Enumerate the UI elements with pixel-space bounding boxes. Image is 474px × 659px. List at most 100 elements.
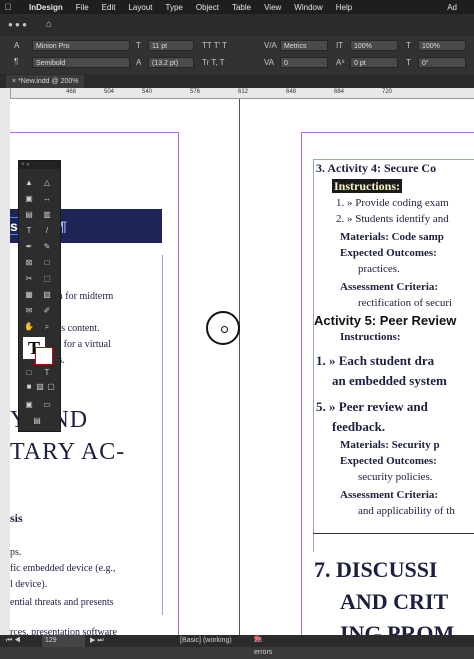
preview-mode-icon[interactable]: ▭ bbox=[41, 399, 53, 411]
type-tool-icon[interactable]: T bbox=[23, 225, 35, 237]
skew-field[interactable]: 0° bbox=[418, 57, 466, 68]
ruler-tick: 468 bbox=[66, 89, 77, 95]
gradient-swatch-tool-icon[interactable]: ▦ bbox=[23, 289, 35, 301]
menu-table[interactable]: Table bbox=[232, 3, 251, 12]
step1-cont: an embedded system bbox=[332, 373, 447, 388]
ruler-tick: 720 bbox=[382, 89, 393, 95]
expected2-line: Expected Outcomes: bbox=[340, 455, 437, 467]
expected-line: Expected Outcomes: bbox=[340, 247, 437, 259]
assessment2-line: Assessment Criteria: bbox=[340, 489, 439, 501]
note-tool-icon[interactable]: ✉ bbox=[23, 305, 35, 317]
next-page-icon[interactable]: ▶ ⏭ bbox=[90, 635, 104, 647]
activity5-heading: Activity 5: Peer Review bbox=[314, 313, 457, 328]
step2-line: 5. » Peer review and bbox=[316, 399, 428, 414]
document-tab-bar: × *New.indd @ 200% bbox=[0, 74, 474, 88]
expected-cont: practices. bbox=[358, 263, 400, 275]
left-body-line: ential threats and presents bbox=[10, 597, 114, 608]
pasteboard[interactable]: ssment¶ ion for midterm ek's content. rm… bbox=[10, 99, 474, 635]
menu-app[interactable]: InDesign bbox=[29, 3, 63, 12]
left-body-line: fic embedded device (e.g., bbox=[10, 563, 116, 574]
direct-selection-tool-icon[interactable]: △ bbox=[41, 177, 53, 189]
tools-panel-header[interactable]: × « bbox=[19, 161, 60, 169]
leading-field[interactable]: (13.2 pt) bbox=[148, 57, 194, 68]
ruler-tick: 576 bbox=[190, 89, 201, 95]
content-collector-icon[interactable]: ▤ bbox=[23, 209, 35, 221]
menu-edit[interactable]: Edit bbox=[102, 3, 116, 12]
paragraph-mode-icon[interactable]: ¶ bbox=[14, 56, 18, 67]
gradient-feather-tool-icon[interactable]: ▧ bbox=[41, 289, 53, 301]
tools-panel: × « ▲ △ ▣ ↔ ▤ ▥ T / ✒ ✎ ⊠ □ ✂ ⬚ ▦ ▧ ✉ ✐ … bbox=[18, 160, 61, 432]
apple-icon[interactable]:  bbox=[0, 2, 16, 12]
font-family-field[interactable]: Minion Pro bbox=[32, 40, 130, 51]
scissors-tool-icon[interactable]: ✂ bbox=[23, 273, 35, 285]
horizontal-scale-icon: T bbox=[406, 41, 411, 50]
menu-layout[interactable]: Layout bbox=[128, 3, 152, 12]
horizontal-scale-field[interactable]: 100% bbox=[418, 40, 466, 51]
menu-file[interactable]: File bbox=[76, 3, 89, 12]
left-body-line: rces, presentation software bbox=[10, 627, 117, 635]
ruler-tick: 504 bbox=[104, 89, 115, 95]
document-tab[interactable]: × *New.indd @ 200% bbox=[6, 75, 85, 88]
section7-line: 7. DISCUSSI bbox=[314, 557, 438, 582]
activity4-heading: 3. Activity 4: Secure Co bbox=[316, 161, 437, 175]
eyedropper-tool-icon[interactable]: ✐ bbox=[41, 305, 53, 317]
gap-tool-icon[interactable]: ↔ bbox=[41, 193, 53, 205]
section7-line: ING PROM bbox=[340, 621, 455, 635]
font-size-field[interactable]: 11 pt bbox=[148, 40, 194, 51]
big-heading-line: TARY AC- bbox=[10, 439, 126, 465]
assessment2-cont: and applicability of th bbox=[358, 505, 455, 517]
left-body-line: l device). bbox=[10, 579, 48, 590]
ruler-tick: 648 bbox=[286, 89, 297, 95]
content-placer-icon[interactable]: ▥ bbox=[41, 209, 53, 221]
status-bar: ⏮ ◀ 129 ▶ ⏭ [Basic] (working) 28 errors bbox=[0, 635, 474, 656]
stroke-swatch-icon[interactable] bbox=[35, 347, 53, 365]
menu-help[interactable]: Help bbox=[336, 3, 352, 12]
instructions-label[interactable]: Instructions: bbox=[332, 179, 403, 194]
rectangle-frame-tool-icon[interactable]: ⊠ bbox=[23, 257, 35, 269]
text-format-icon[interactable]: T bbox=[41, 367, 53, 379]
all-caps-icon[interactable]: TT T′ T bbox=[202, 40, 227, 51]
page-tool-icon[interactable]: ▣ bbox=[23, 193, 35, 205]
container-format-icon[interactable]: □ bbox=[23, 367, 35, 379]
pen-tool-icon[interactable]: ✒ bbox=[23, 241, 35, 253]
menu-bar:  InDesign File Edit Layout Type Object … bbox=[0, 0, 474, 14]
apply-none-icon[interactable]: ▢ bbox=[45, 381, 57, 393]
rectangle-tool-icon[interactable]: □ bbox=[41, 257, 53, 269]
step1-line: 1. » Each student dra bbox=[316, 353, 435, 368]
free-transform-tool-icon[interactable]: ⬚ bbox=[41, 273, 53, 285]
ruler-tick: 684 bbox=[334, 89, 345, 95]
error-count: 28 errors bbox=[254, 637, 273, 656]
preflight-profile[interactable]: [Basic] (working) bbox=[180, 635, 232, 647]
instructions2-label: Instructions: bbox=[340, 331, 401, 343]
ruler-tick: 612 bbox=[238, 89, 249, 95]
baseline-shift-field[interactable]: 0 pt bbox=[350, 57, 398, 68]
tracking-icon: VA bbox=[264, 58, 275, 67]
menu-view[interactable]: View bbox=[264, 3, 281, 12]
home-icon[interactable]: ⌂ bbox=[46, 19, 52, 30]
kerning-field[interactable]: Metrics bbox=[280, 40, 328, 51]
vertical-scale-field[interactable]: 100% bbox=[350, 40, 398, 51]
menu-object[interactable]: Object bbox=[196, 3, 219, 12]
window-controls-icon[interactable]: ● ● ● bbox=[8, 19, 27, 30]
ruler-tick: 540 bbox=[142, 89, 153, 95]
tracking-field[interactable]: 0 bbox=[280, 57, 328, 68]
small-caps-icon[interactable]: Tr T, T bbox=[202, 57, 225, 68]
right-page[interactable]: 3. Activity 4: Secure Co Instructions: 1… bbox=[239, 99, 474, 635]
normal-mode-icon[interactable]: ▣ bbox=[23, 399, 35, 411]
menu-window[interactable]: Window bbox=[294, 3, 322, 12]
control-panel: A ¶ Minion Pro Semibold T 11 pt A (13.2 … bbox=[0, 36, 474, 75]
screen-mode-icon[interactable]: ▤ bbox=[31, 415, 43, 427]
pencil-tool-icon[interactable]: ✎ bbox=[41, 241, 53, 253]
expected2-cont: security policies. bbox=[358, 471, 433, 483]
menu-type[interactable]: Type bbox=[166, 3, 183, 12]
font-style-field[interactable]: Semibold bbox=[32, 57, 130, 68]
page-number-field[interactable]: 129 bbox=[42, 635, 85, 647]
character-mode-icon[interactable]: A bbox=[14, 40, 19, 51]
line-tool-icon[interactable]: / bbox=[41, 225, 53, 237]
first-page-icon[interactable]: ⏮ ◀ bbox=[6, 635, 21, 647]
font-size-icon: T bbox=[136, 41, 141, 50]
hand-tool-icon[interactable]: ✋ bbox=[23, 321, 35, 333]
kerning-icon: V/A bbox=[264, 41, 277, 50]
selection-tool-icon[interactable]: ▲ bbox=[23, 177, 35, 189]
zoom-tool-icon[interactable]: ⌕ bbox=[41, 321, 53, 333]
